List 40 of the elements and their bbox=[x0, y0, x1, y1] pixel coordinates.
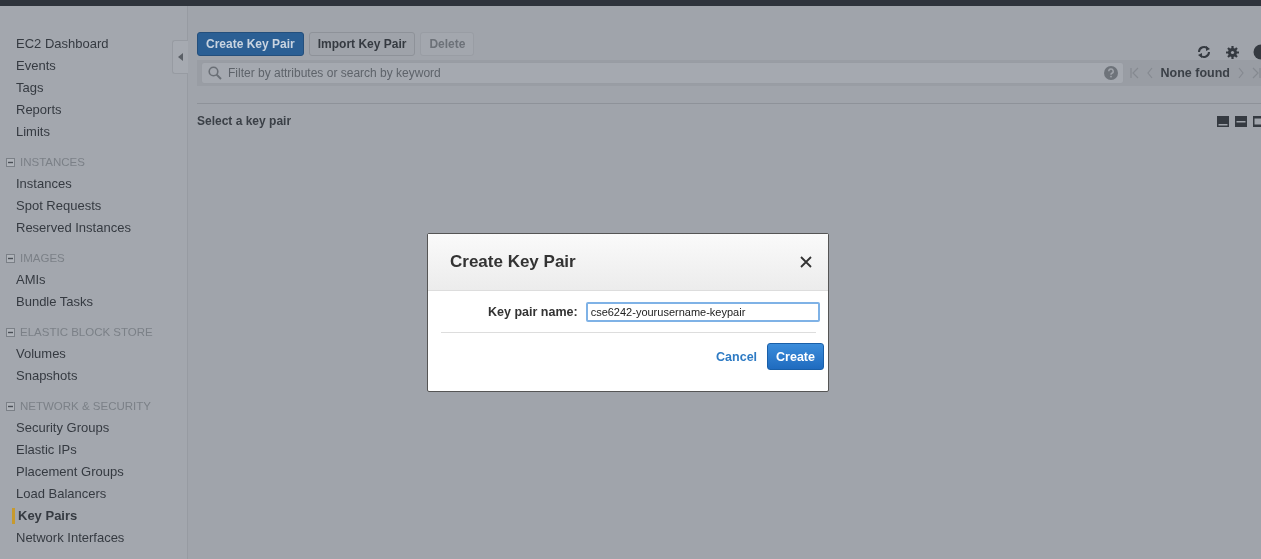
sidebar-item[interactable]: Network Interfaces bbox=[16, 527, 125, 549]
sidebar-item[interactable]: EC2 Dashboard bbox=[16, 33, 109, 55]
cancel-link[interactable]: Cancel bbox=[716, 349, 758, 364]
dialog-title: Create Key Pair bbox=[450, 252, 576, 272]
pane-bottom-icon[interactable] bbox=[1217, 115, 1229, 127]
close-button[interactable] bbox=[799, 255, 813, 269]
pane-top-icon[interactable] bbox=[1253, 115, 1261, 127]
field-label: Key pair name: bbox=[488, 305, 578, 319]
sidebar-item[interactable]: Reports bbox=[16, 99, 62, 121]
pane-split-icon[interactable] bbox=[1235, 115, 1247, 127]
toolbar-button[interactable]: Create Key Pair bbox=[197, 32, 304, 56]
detail-title: Select a key pair bbox=[197, 114, 292, 128]
refresh-icon[interactable] bbox=[1196, 45, 1212, 59]
key-pair-name-field[interactable]: cse6242-yourusername-keypair bbox=[585, 302, 820, 322]
sidebar-item[interactable]: Spot Requests bbox=[16, 195, 102, 217]
create-button[interactable]: Create bbox=[767, 343, 824, 370]
collapse-icon[interactable] bbox=[6, 401, 15, 411]
sidebar-item[interactable]: AMIs bbox=[16, 269, 46, 291]
toolbar-button[interactable]: Import Key Pair bbox=[308, 32, 416, 56]
caret-icon bbox=[178, 53, 183, 61]
sidebar-item[interactable]: Placement Groups bbox=[16, 461, 124, 483]
sidebar-item[interactable]: Load Balancers bbox=[16, 483, 107, 505]
sidebar-item[interactable]: Security Groups bbox=[16, 417, 110, 439]
sidebar-item[interactable]: Reserved Instances bbox=[16, 217, 131, 239]
sidebar-item[interactable]: Limits bbox=[16, 121, 50, 143]
search-field[interactable]: Filter by attributes or search by keyword bbox=[201, 62, 1124, 84]
sidebar-item[interactable]: Bundle Tasks bbox=[16, 291, 94, 313]
collapse-icon[interactable] bbox=[6, 253, 15, 263]
sidebar-item[interactable]: Snapshots bbox=[16, 365, 78, 387]
collapse-icon[interactable] bbox=[6, 327, 15, 337]
sidebar-item[interactable]: Instances bbox=[16, 173, 72, 195]
collapse-icon[interactable] bbox=[6, 157, 15, 167]
search-icon bbox=[208, 66, 222, 80]
sidebar-item[interactable]: Tags bbox=[16, 77, 44, 99]
sidebar-item[interactable]: Elastic IPs bbox=[16, 439, 77, 461]
sidebar-item[interactable]: Volumes bbox=[16, 343, 66, 365]
settings-icon[interactable] bbox=[1226, 45, 1239, 59]
pager-status: None found bbox=[1160, 66, 1230, 80]
sidebar-item[interactable]: Events bbox=[16, 55, 56, 77]
collapse-tab[interactable] bbox=[172, 40, 188, 74]
